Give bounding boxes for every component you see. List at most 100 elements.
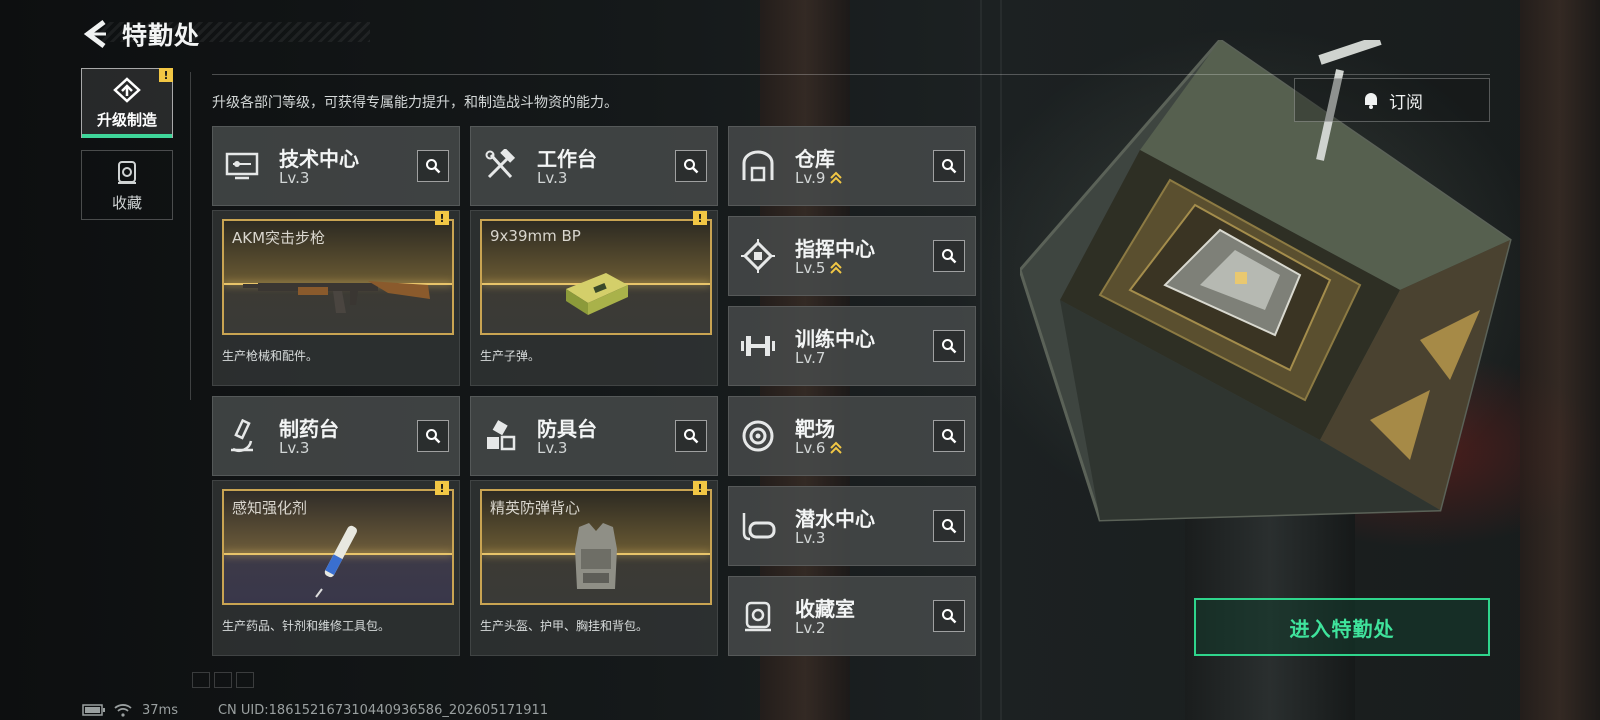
production-slot[interactable]: 9x39mm BP <box>480 219 712 335</box>
facility-level: Lv.6 <box>795 439 826 457</box>
page-description: 升级各部门等级，可获得专属能力提升，和制造战斗物资的能力。 <box>212 95 618 111</box>
facility-card-workbench[interactable]: 工作台 Lv.3 <box>470 126 718 206</box>
item-name: AKM突击步枪 <box>232 229 326 247</box>
inspect-button[interactable] <box>417 420 449 452</box>
search-icon <box>942 609 957 624</box>
inspect-button[interactable] <box>417 150 449 182</box>
production-card-pharmacy: 感知强化剂 ! 生产药品、针剂和维修工具包。 <box>212 480 460 656</box>
collection-icon <box>118 160 136 184</box>
search-icon <box>684 159 699 174</box>
facility-card-shooting-range[interactable]: 靶场 Lv.6 <box>728 396 976 476</box>
upgrade-arrows-icon <box>830 171 843 184</box>
production-description: 生产头盔、护甲、胸挂和背包。 <box>480 619 649 633</box>
back-arrow-icon <box>83 20 106 48</box>
upgrade-icon <box>113 76 141 103</box>
production-card-workbench: 9x39mm BP ! 生产子弹。 <box>470 210 718 386</box>
production-description: 生产子弹。 <box>480 349 541 363</box>
akm-rifle-image <box>224 249 452 329</box>
bg-pillar <box>1520 0 1600 720</box>
divider-line <box>212 74 1490 75</box>
facility-name: 仓库 <box>795 147 835 171</box>
enter-special-ops-button[interactable]: 进入特勤处 <box>1194 598 1490 656</box>
production-slot[interactable]: AKM突击步枪 <box>222 219 454 335</box>
production-card-armor: 精英防弹背心 ! 生产头盔、护甲、胸挂和背包。 <box>470 480 718 656</box>
tab-upgrade-manufacture[interactable]: ! 升级制造 <box>81 68 173 138</box>
upgrade-arrows-icon <box>830 261 843 274</box>
microscope-icon <box>223 417 261 455</box>
facility-card-warehouse[interactable]: 仓库 Lv.9 <box>728 126 976 206</box>
bell-icon <box>1365 93 1377 109</box>
ping-readout: 37ms <box>142 702 178 718</box>
page-title: 特勤处 <box>122 21 201 50</box>
search-icon <box>426 159 441 174</box>
production-description: 生产枪械和配件。 <box>222 349 319 363</box>
inspect-button[interactable] <box>933 600 965 632</box>
armor-vest-image <box>482 519 710 599</box>
facility-name: 技术中心 <box>279 147 359 171</box>
facility-level: Lv.3 <box>795 529 826 547</box>
search-icon <box>684 429 699 444</box>
facility-level: Lv.9 <box>795 169 826 187</box>
inspect-button[interactable] <box>933 150 965 182</box>
bg-rail <box>980 0 982 720</box>
item-name: 感知强化剂 <box>232 499 308 517</box>
production-slot[interactable]: 精英防弹背心 <box>480 489 712 605</box>
user-uid: CN UID:18615216731044093658​6_2026051719… <box>217 702 549 718</box>
tab-label: 收藏 <box>111 193 142 212</box>
inspect-button[interactable] <box>675 150 707 182</box>
warehouse-icon <box>739 147 777 185</box>
production-slot[interactable]: 感知强化剂 <box>222 489 454 605</box>
facility-card-command-center[interactable]: 指挥中心 Lv.5 <box>728 216 976 296</box>
search-icon <box>942 519 957 534</box>
facility-level: Lv.7 <box>795 349 826 367</box>
facility-name: 靶场 <box>795 417 835 441</box>
item-name: 9x39mm BP <box>490 227 581 245</box>
facility-card-diving-center[interactable]: 潜水中心 Lv.3 <box>728 486 976 566</box>
subscribe-button[interactable]: 订阅 <box>1294 78 1490 122</box>
facility-card-pharmacy[interactable]: 制药台 Lv.3 <box>212 396 460 476</box>
facility-name: 制药台 <box>279 417 339 441</box>
tab-label: 升级制造 <box>96 110 157 129</box>
alert-badge: ! <box>693 211 707 225</box>
alert-badge: ! <box>693 481 707 495</box>
search-icon <box>942 249 957 264</box>
facility-level: Lv.3 <box>279 169 310 187</box>
diving-mask-icon <box>739 507 777 545</box>
search-icon <box>942 339 957 354</box>
production-card-tech-center: AKM突击步枪 ! 生产枪械和配件。 <box>212 210 460 386</box>
dumbbell-icon <box>739 327 777 365</box>
ammo-box-image <box>482 249 710 329</box>
boxes-icon <box>481 417 519 455</box>
facility-name: 收藏室 <box>795 597 855 621</box>
display-case-icon <box>739 597 777 635</box>
search-icon <box>426 429 441 444</box>
facility-level: Lv.3 <box>279 439 310 457</box>
item-name: 精英防弹背心 <box>490 499 581 517</box>
inspect-button[interactable] <box>933 330 965 362</box>
facility-level: Lv.2 <box>795 619 826 637</box>
facility-level: Lv.3 <box>537 169 568 187</box>
facility-card-tech-center[interactable]: 技术中心 Lv.3 <box>212 126 460 206</box>
bg-rail <box>1000 0 1002 720</box>
inspect-button[interactable] <box>933 420 965 452</box>
facility-card-training-center[interactable]: 训练中心 Lv.7 <box>728 306 976 386</box>
status-bar: 37ms CN UID:18615216731044093658​6_20260… <box>82 702 548 718</box>
monitor-chip-icon <box>223 147 261 185</box>
facility-card-armor[interactable]: 防具台 Lv.3 <box>470 396 718 476</box>
facility-level: Lv.3 <box>537 439 568 457</box>
inspect-button[interactable] <box>933 240 965 272</box>
chip-icon <box>739 237 777 275</box>
alert-badge: ! <box>435 481 449 495</box>
upgrade-arrows-icon <box>830 441 843 454</box>
wifi-icon <box>114 704 132 717</box>
page-header: 特勤处 <box>80 14 200 54</box>
facility-name: 训练中心 <box>795 327 875 351</box>
inspect-button[interactable] <box>933 510 965 542</box>
hammer-wrench-icon <box>481 147 519 185</box>
back-button[interactable] <box>80 16 112 52</box>
facility-card-collection-room[interactable]: 收藏室 Lv.2 <box>728 576 976 656</box>
tab-collection[interactable]: 收藏 <box>81 150 173 220</box>
search-icon <box>942 429 957 444</box>
alert-badge: ! <box>159 68 173 82</box>
inspect-button[interactable] <box>675 420 707 452</box>
